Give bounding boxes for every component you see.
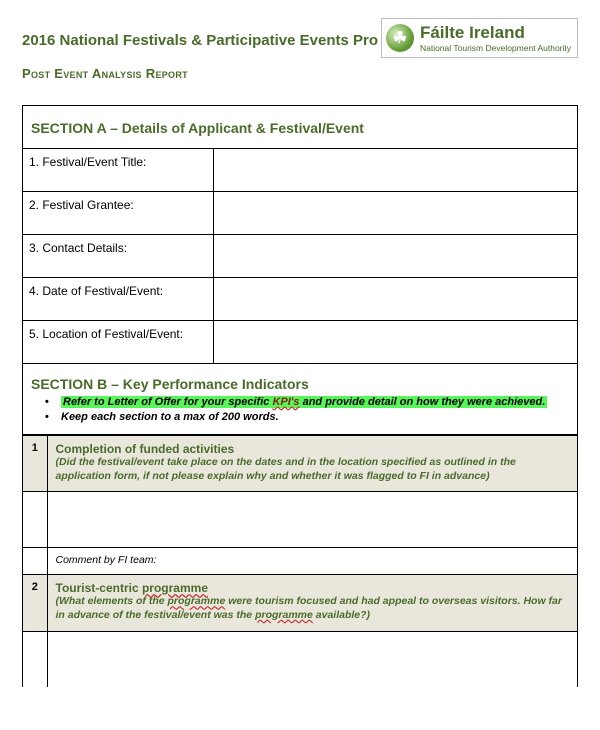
table-row: 2. Festival Grantee:	[23, 192, 577, 235]
section-b-block: SECTION B – Key Performance Indicators R…	[23, 364, 577, 435]
table-row: 4. Date of Festival/Event:	[23, 278, 577, 321]
kpi-title: Completion of funded activities	[56, 442, 570, 456]
kpi-number-spacer	[23, 492, 47, 548]
field-value[interactable]	[213, 278, 577, 321]
kpi-answer-row	[23, 492, 577, 548]
kpi-number-spacer	[23, 631, 47, 687]
kpi-description: (Did the festival/event take place on th…	[56, 456, 570, 483]
kpi-number-spacer	[23, 548, 47, 575]
field-label: 1. Festival/Event Title:	[23, 149, 213, 192]
table-row: 3. Contact Details:	[23, 235, 577, 278]
note-item: Refer to Letter of Offer for your specif…	[45, 396, 569, 408]
logo: ☘ Fáilte Ireland National Tourism Develo…	[381, 18, 578, 58]
kpi-answer-field[interactable]	[47, 492, 577, 548]
kpi-heading-row: 2 Tourist-centric programme (What elemen…	[23, 575, 577, 631]
note-item: Keep each section to a max of 200 words.	[45, 411, 569, 423]
kpi-cell: Tourist-centric programme (What elements…	[47, 575, 577, 631]
document-header: 2016 National Festivals & Participative …	[22, 18, 578, 58]
section-b-heading: SECTION B – Key Performance Indicators	[23, 364, 577, 396]
kpi-answer-field[interactable]	[47, 631, 577, 687]
table-row: 5. Location of Festival/Event:	[23, 321, 577, 364]
kpi-title: Tourist-centric programme	[56, 581, 570, 595]
form-frame: SECTION A – Details of Applicant & Festi…	[22, 105, 578, 687]
kpi-table: 1 Completion of funded activities (Did t…	[23, 435, 577, 687]
document-subtitle: Post Event Analysis Report	[22, 66, 578, 81]
field-value[interactable]	[213, 235, 577, 278]
field-value[interactable]	[213, 321, 577, 364]
kpi-answer-row	[23, 631, 577, 687]
logo-text: Fáilte Ireland	[420, 23, 571, 43]
field-value[interactable]	[213, 149, 577, 192]
kpi-comment-row: Comment by FI team:	[23, 548, 577, 575]
field-label: 4. Date of Festival/Event:	[23, 278, 213, 321]
field-label: 3. Contact Details:	[23, 235, 213, 278]
section-b-notes: Refer to Letter of Offer for your specif…	[23, 396, 577, 434]
kpi-comment-label: Comment by FI team:	[47, 548, 577, 575]
table-row: 1. Festival/Event Title:	[23, 149, 577, 192]
field-value[interactable]	[213, 192, 577, 235]
field-label: 2. Festival Grantee:	[23, 192, 213, 235]
applicant-details-table: 1. Festival/Event Title: 2. Festival Gra…	[23, 149, 577, 364]
kpi-number: 1	[23, 436, 47, 492]
kpi-description: (What elements of the programme were tou…	[56, 595, 570, 622]
shamrock-icon: ☘	[386, 24, 414, 52]
kpi-heading-row: 1 Completion of funded activities (Did t…	[23, 436, 577, 492]
document-title: 2016 National Festivals & Participative …	[22, 18, 378, 49]
kpi-number: 2	[23, 575, 47, 631]
kpi-cell: Completion of funded activities (Did the…	[47, 436, 577, 492]
logo-subtext: National Tourism Development Authority	[420, 43, 571, 53]
section-a-heading: SECTION A – Details of Applicant & Festi…	[23, 106, 577, 149]
field-label: 5. Location of Festival/Event:	[23, 321, 213, 364]
